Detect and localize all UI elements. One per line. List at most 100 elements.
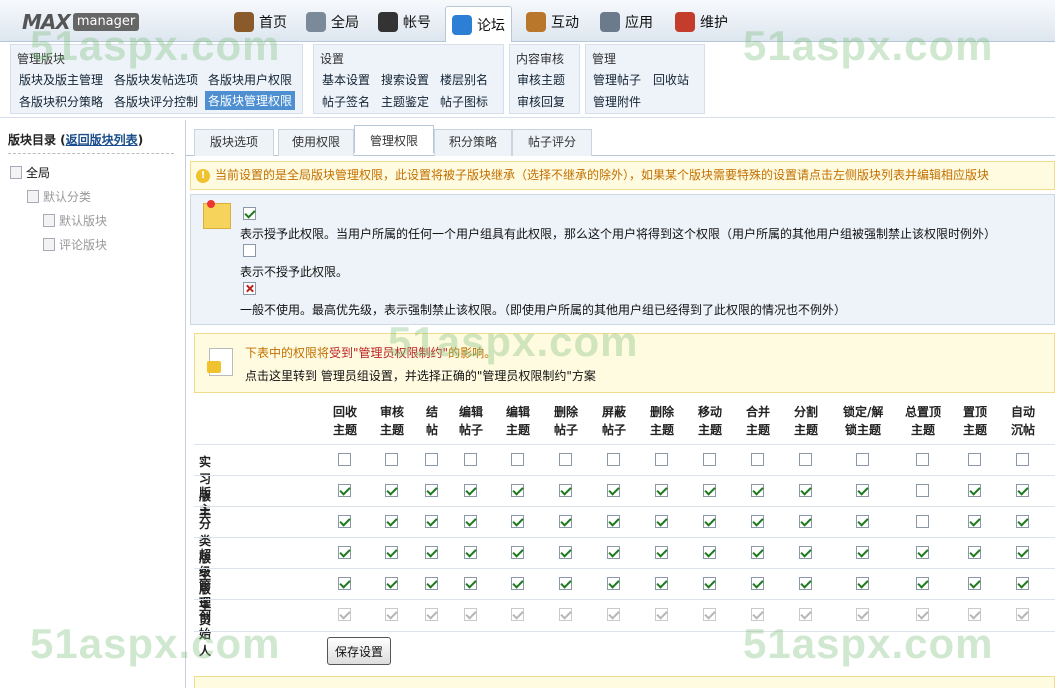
- permission-checkbox[interactable]: [1016, 484, 1029, 497]
- permission-checkbox[interactable]: [799, 515, 812, 528]
- nav-gear[interactable]: 全局: [300, 7, 365, 37]
- nav-user[interactable]: 帐号: [372, 7, 437, 37]
- menu-post-icons[interactable]: 帖子图标: [440, 93, 488, 110]
- permission-checkbox[interactable]: [425, 546, 438, 559]
- permission-checkbox[interactable]: [799, 453, 812, 466]
- permission-checkbox[interactable]: [751, 515, 764, 528]
- menu-post-signature[interactable]: 帖子签名: [322, 93, 370, 110]
- permission-checkbox[interactable]: [385, 453, 398, 466]
- permission-checkbox[interactable]: [799, 546, 812, 559]
- permission-checkbox[interactable]: [916, 484, 929, 497]
- permission-checkbox[interactable]: [607, 546, 620, 559]
- permission-checkbox[interactable]: [1016, 453, 1029, 466]
- back-to-board-list-link[interactable]: 返回版块列表: [66, 133, 138, 147]
- menu-manage-permissions[interactable]: 各版块管理权限: [205, 91, 296, 110]
- permission-checkbox[interactable]: [464, 577, 477, 590]
- permission-checkbox[interactable]: [968, 515, 981, 528]
- permission-checkbox[interactable]: [799, 484, 812, 497]
- permission-checkbox[interactable]: [425, 577, 438, 590]
- permission-checkbox[interactable]: [511, 515, 524, 528]
- permission-checkbox[interactable]: [968, 484, 981, 497]
- permission-checkbox[interactable]: [751, 546, 764, 559]
- permission-checkbox[interactable]: [607, 453, 620, 466]
- permission-checkbox[interactable]: [607, 515, 620, 528]
- permission-checkbox[interactable]: [968, 577, 981, 590]
- admin-group-settings-link[interactable]: 点击这里转到 管理员组设置，并选择正确的"管理员权限制约"方案: [245, 367, 596, 384]
- permission-checkbox[interactable]: [655, 577, 668, 590]
- nav-people[interactable]: 互动: [520, 7, 585, 37]
- permission-checkbox[interactable]: [425, 484, 438, 497]
- nav-tools[interactable]: 维护: [669, 7, 734, 37]
- permission-checkbox[interactable]: [703, 546, 716, 559]
- permission-checkbox[interactable]: [916, 546, 929, 559]
- permission-checkbox[interactable]: [338, 515, 351, 528]
- menu-recycle-bin[interactable]: 回收站: [653, 71, 689, 88]
- permission-checkbox[interactable]: [856, 577, 869, 590]
- permission-checkbox[interactable]: [464, 546, 477, 559]
- permission-checkbox[interactable]: [655, 453, 668, 466]
- permission-checkbox[interactable]: [856, 515, 869, 528]
- permission-checkbox[interactable]: [511, 546, 524, 559]
- tree-item-default-board[interactable]: 默认版块: [43, 212, 107, 229]
- menu-post-options[interactable]: 各版块发帖选项: [114, 71, 198, 88]
- menu-manage-attachments[interactable]: 管理附件: [593, 93, 641, 110]
- permission-checkbox[interactable]: [968, 453, 981, 466]
- permission-checkbox[interactable]: [425, 453, 438, 466]
- permission-checkbox[interactable]: [385, 577, 398, 590]
- permission-checkbox[interactable]: [916, 453, 929, 466]
- permission-checkbox[interactable]: [703, 453, 716, 466]
- menu-board-moderator[interactable]: 版块及版主管理: [19, 71, 103, 88]
- permission-checkbox[interactable]: [385, 546, 398, 559]
- permission-checkbox[interactable]: [703, 484, 716, 497]
- permission-checkbox[interactable]: [856, 484, 869, 497]
- permission-checkbox[interactable]: [655, 515, 668, 528]
- permission-checkbox[interactable]: [338, 577, 351, 590]
- permission-checkbox[interactable]: [559, 577, 572, 590]
- permission-checkbox[interactable]: [385, 515, 398, 528]
- permission-checkbox[interactable]: [703, 515, 716, 528]
- tab-manage-permissions[interactable]: 管理权限: [354, 125, 434, 153]
- menu-manage-posts[interactable]: 管理帖子: [593, 71, 641, 88]
- permission-checkbox[interactable]: [916, 577, 929, 590]
- permission-checkbox[interactable]: [751, 484, 764, 497]
- tab-use-permissions[interactable]: 使用权限: [278, 129, 354, 156]
- tab-post-rating[interactable]: 帖子评分: [512, 129, 592, 156]
- permission-checkbox[interactable]: [338, 484, 351, 497]
- tab-board-options[interactable]: 版块选项: [194, 129, 274, 156]
- permission-checkbox[interactable]: [799, 577, 812, 590]
- menu-floor-alias[interactable]: 楼层别名: [440, 71, 488, 88]
- nav-chat[interactable]: 论坛: [445, 6, 512, 42]
- permission-checkbox[interactable]: [559, 484, 572, 497]
- permission-checkbox[interactable]: [655, 546, 668, 559]
- permission-checkbox[interactable]: [607, 484, 620, 497]
- permission-checkbox[interactable]: [511, 453, 524, 466]
- permission-checkbox[interactable]: [425, 515, 438, 528]
- permission-checkbox[interactable]: [751, 453, 764, 466]
- permission-checkbox[interactable]: [511, 577, 524, 590]
- permission-checkbox[interactable]: [464, 484, 477, 497]
- nav-app[interactable]: 应用: [594, 7, 659, 37]
- menu-user-permissions[interactable]: 各版块用户权限: [208, 71, 292, 88]
- menu-basic-settings[interactable]: 基本设置: [322, 71, 370, 88]
- tree-item-review-board[interactable]: 评论版块: [43, 236, 107, 253]
- save-settings-button[interactable]: 保存设置: [327, 637, 391, 665]
- permission-checkbox[interactable]: [559, 453, 572, 466]
- tree-item-global[interactable]: 全局: [10, 164, 50, 181]
- permission-checkbox[interactable]: [338, 453, 351, 466]
- permission-checkbox[interactable]: [856, 546, 869, 559]
- permission-checkbox[interactable]: [1016, 546, 1029, 559]
- menu-topic-appraisal[interactable]: 主题鉴定: [381, 93, 429, 110]
- permission-checkbox[interactable]: [1016, 577, 1029, 590]
- tab-points-policy[interactable]: 积分策略: [434, 129, 512, 156]
- nav-home[interactable]: 首页: [228, 7, 293, 37]
- tree-item-default-category[interactable]: 默认分类: [27, 188, 91, 205]
- permission-checkbox[interactable]: [703, 577, 716, 590]
- permission-checkbox[interactable]: [968, 546, 981, 559]
- permission-checkbox[interactable]: [385, 484, 398, 497]
- menu-rating-control[interactable]: 各版块评分控制: [114, 93, 198, 110]
- permission-checkbox[interactable]: [607, 577, 620, 590]
- permission-checkbox[interactable]: [856, 453, 869, 466]
- menu-review-topics[interactable]: 审核主题: [517, 71, 565, 88]
- permission-checkbox[interactable]: [464, 453, 477, 466]
- permission-checkbox[interactable]: [559, 515, 572, 528]
